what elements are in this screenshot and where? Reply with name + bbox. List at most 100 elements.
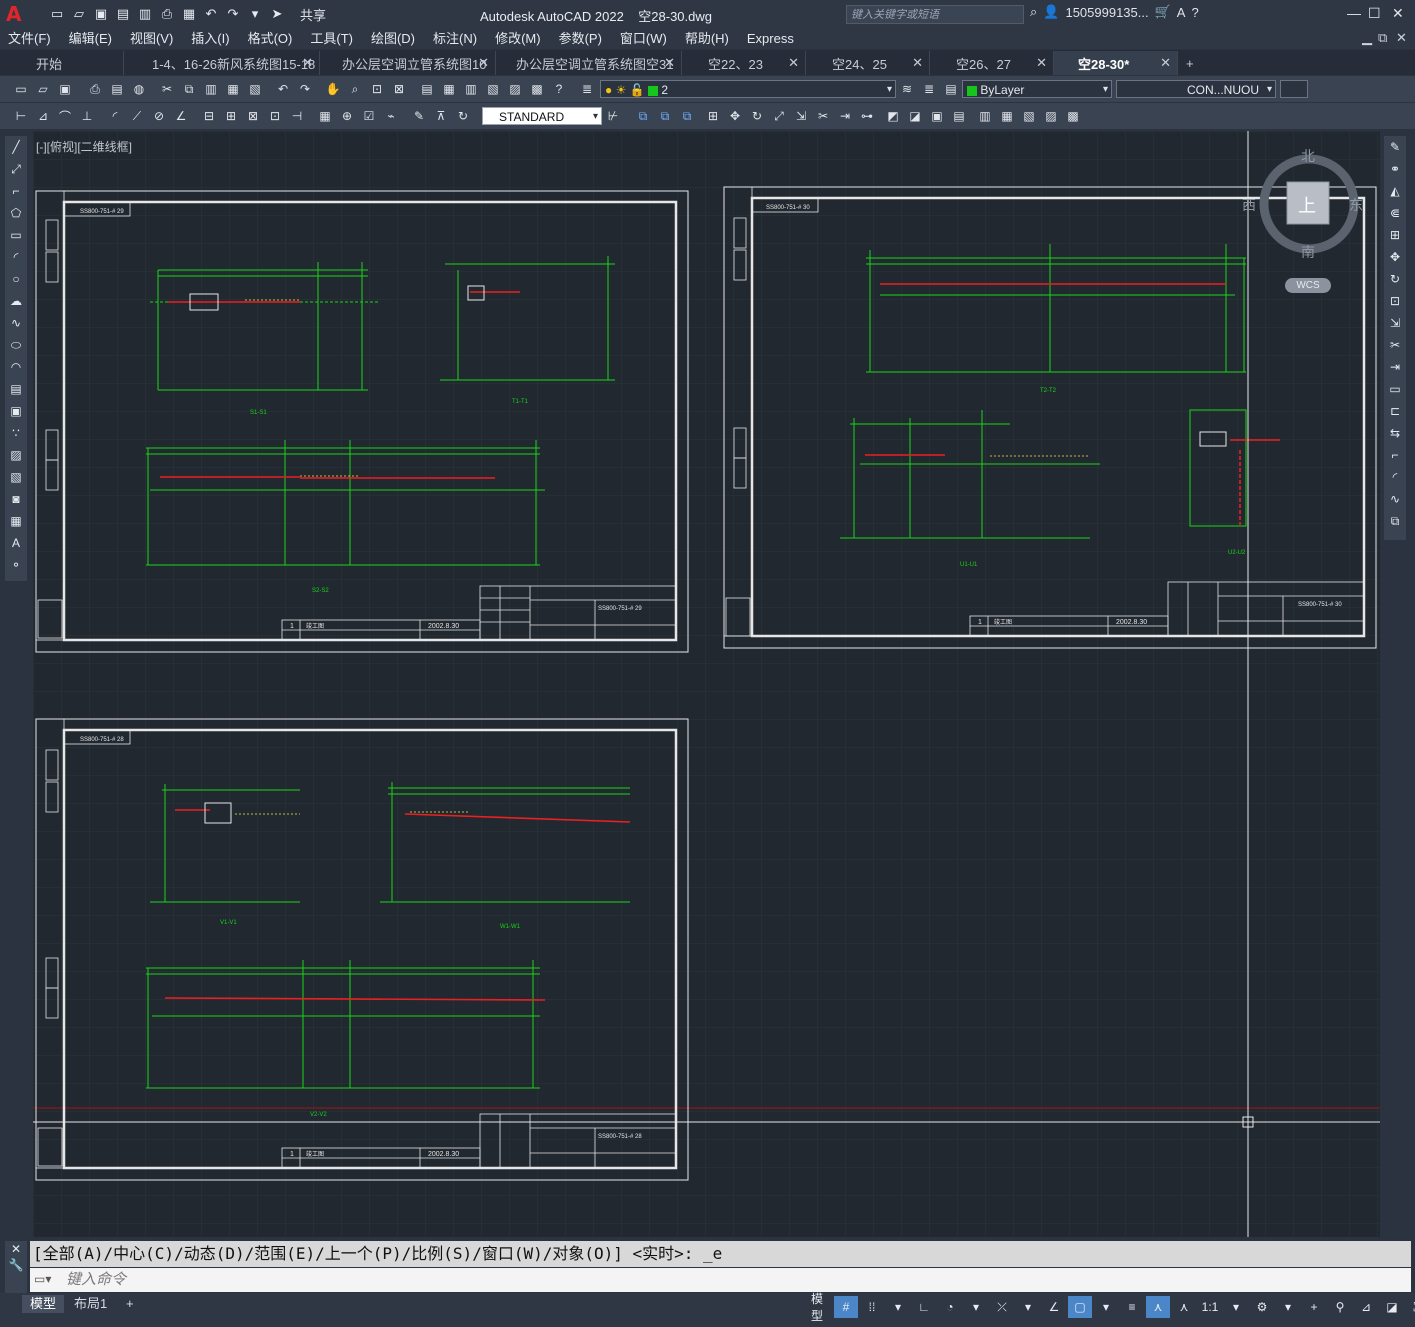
dim-linear-icon[interactable]: ⊢ <box>12 107 30 125</box>
make-block-icon[interactable]: ▦ <box>998 107 1016 125</box>
object-snap-icon[interactable]: ▢ <box>1068 1296 1092 1318</box>
clean-screen-icon[interactable]: ⛶ <box>1406 1296 1415 1318</box>
tab-file-6[interactable]: 空26、27 ✕ <box>930 51 1054 75</box>
ellipse-arc-icon[interactable]: ◠ <box>5 356 27 378</box>
zoom-realtime-icon[interactable]: ⌕ <box>346 80 364 98</box>
markup-icon[interactable]: ▨ <box>506 80 524 98</box>
lineweight-icon[interactable]: ≡ <box>1120 1296 1144 1318</box>
command-prompt-icon[interactable]: ▭▾ <box>34 1272 51 1286</box>
sheet-set-icon[interactable]: ▧ <box>484 80 502 98</box>
isodraft-icon[interactable]: ⤫ <box>990 1296 1014 1318</box>
tab-layout1[interactable]: 布局1 <box>66 1295 115 1313</box>
chevron-down-icon[interactable]: ▾ <box>1016 1296 1040 1318</box>
menu-insert[interactable]: 插入(I) <box>183 28 239 49</box>
join-icon[interactable]: ▤ <box>950 107 968 125</box>
dim-break-icon[interactable]: ⊣ <box>288 107 306 125</box>
menu-edit[interactable]: 编辑(E) <box>61 28 122 49</box>
doc-restore-icon[interactable]: ⧉ <box>1378 30 1387 46</box>
dim-ordinate-icon[interactable]: ⊥ <box>78 107 96 125</box>
array-icon[interactable]: ⊞ <box>704 107 722 125</box>
break-icon[interactable]: ⊏ <box>1384 400 1406 422</box>
explode-icon[interactable]: ▣ <box>928 107 946 125</box>
menu-view[interactable]: 视图(V) <box>122 28 183 49</box>
save-as-icon[interactable]: ▤ <box>114 5 132 23</box>
extend-icon[interactable]: ⇥ <box>1384 356 1406 378</box>
move-icon[interactable]: ✥ <box>1384 246 1406 268</box>
autocad-logo-icon[interactable]: A <box>6 3 28 25</box>
tab-file-2[interactable]: 办公层空调立管系统图10 ✕ <box>320 51 496 75</box>
chamfer-icon[interactable]: ⌐ <box>1384 444 1406 466</box>
minimize-icon[interactable]: — <box>1347 5 1361 21</box>
dim-style-dropdown[interactable]: STANDARD ▾ <box>482 107 602 125</box>
join-icon[interactable]: ⇆ <box>1384 422 1406 444</box>
polyline-icon[interactable]: ⌐ <box>5 180 27 202</box>
close-tab-icon[interactable]: ✕ <box>912 55 923 71</box>
pan-icon[interactable]: ✋ <box>324 80 342 98</box>
jogged-linear-icon[interactable]: ⌁ <box>382 107 400 125</box>
open-file-icon[interactable]: ▱ <box>70 5 88 23</box>
help-icon[interactable]: ? <box>550 80 568 98</box>
quick-properties-icon[interactable]: ⊿ <box>1354 1296 1378 1318</box>
point-icon[interactable]: ∵ <box>5 422 27 444</box>
dim-radius-icon[interactable]: ◜ <box>106 107 124 125</box>
dim-diameter-icon[interactable]: ⊘ <box>150 107 168 125</box>
offset-icon[interactable]: ⋐ <box>1384 202 1406 224</box>
menu-format[interactable]: 格式(O) <box>240 28 303 49</box>
command-window-handle[interactable]: ✕ 🔧 <box>5 1241 27 1293</box>
insert-block-icon[interactable]: ▤ <box>5 378 27 400</box>
attribute-icon[interactable]: ▧ <box>1020 107 1038 125</box>
erase-icon[interactable]: ✎ <box>1384 136 1406 158</box>
grid-icon[interactable]: # <box>834 1296 858 1318</box>
line-icon[interactable]: ╱ <box>5 136 27 158</box>
table-icon[interactable]: ▦ <box>5 510 27 532</box>
blend-icon[interactable]: ∿ <box>1384 488 1406 510</box>
tab-file-5[interactable]: 空24、25 ✕ <box>806 51 930 75</box>
plot-icon[interactable]: ⎙ <box>86 80 104 98</box>
plot-icon[interactable]: ⎙ <box>158 5 176 23</box>
copy-object-icon[interactable]: ⧉ <box>634 107 652 125</box>
redo-icon[interactable]: ↷ <box>296 80 314 98</box>
dim-style-icon[interactable]: ⊬ <box>604 107 622 125</box>
close-tab-icon[interactable]: ✕ <box>1160 55 1171 71</box>
publish-icon[interactable]: ◍ <box>130 80 148 98</box>
open-icon[interactable]: ▱ <box>34 80 52 98</box>
explode-icon[interactable]: ⧉ <box>1384 510 1406 532</box>
autodesk-app-icon[interactable]: A <box>1177 5 1186 20</box>
annotation-monitor-icon[interactable]: + <box>1302 1296 1326 1318</box>
mirror-icon[interactable]: ⧉ <box>656 107 674 125</box>
trim-icon[interactable]: ✂ <box>814 107 832 125</box>
new-tab-button[interactable]: + <box>1178 51 1208 75</box>
properties-icon[interactable]: ▤ <box>418 80 436 98</box>
doc-minimize-icon[interactable]: ▁ <box>1362 30 1372 46</box>
viewcube-south[interactable]: 南 <box>1301 242 1315 262</box>
arc-icon[interactable]: ◜ <box>5 246 27 268</box>
rotate-icon[interactable]: ↻ <box>748 107 766 125</box>
command-input[interactable]: 键入命令 <box>30 1268 1411 1292</box>
help-icon[interactable]: ? <box>1191 5 1198 20</box>
cut-icon[interactable]: ✂ <box>158 80 176 98</box>
wrench-icon[interactable]: 🔧 <box>5 1257 27 1273</box>
viewcube-top-face[interactable]: 上 <box>1298 192 1316 218</box>
auto-scale-icon[interactable]: ⋏ <box>1172 1296 1196 1318</box>
spline-icon[interactable]: ∿ <box>5 312 27 334</box>
new-file-icon[interactable]: ▭ <box>48 5 66 23</box>
gradient-icon[interactable]: ▧ <box>5 466 27 488</box>
viewcube-east[interactable]: 东 <box>1349 195 1363 215</box>
tab-model[interactable]: 模型 <box>22 1295 65 1313</box>
dim-aligned-icon[interactable]: ⊿ <box>34 107 52 125</box>
revision-cloud-icon[interactable]: ☁ <box>5 290 27 312</box>
share-label[interactable]: 共享 <box>300 5 326 24</box>
dim-space-icon[interactable]: ⊡ <box>266 107 284 125</box>
dim-baseline-icon[interactable]: ⊞ <box>222 107 240 125</box>
color-dropdown[interactable]: ByLayer ▾ <box>962 80 1112 98</box>
tab-file-1[interactable]: 1-4、16-26新风系统图15-18 ✕ <box>124 51 320 75</box>
add-layout-icon[interactable]: + <box>118 1295 142 1313</box>
dim-edit-icon[interactable]: ✎ <box>410 107 428 125</box>
fillet-icon[interactable]: ◜ <box>1384 466 1406 488</box>
ellipse-icon[interactable]: ⬭ <box>5 334 27 356</box>
insert-block-icon[interactable]: ▥ <box>976 107 994 125</box>
zoom-window-icon[interactable]: ⊡ <box>368 80 386 98</box>
menu-parametric[interactable]: 参数(P) <box>551 28 612 49</box>
menu-window[interactable]: 窗口(W) <box>612 28 677 49</box>
chevron-down-icon[interactable]: ▾ <box>1094 1296 1118 1318</box>
